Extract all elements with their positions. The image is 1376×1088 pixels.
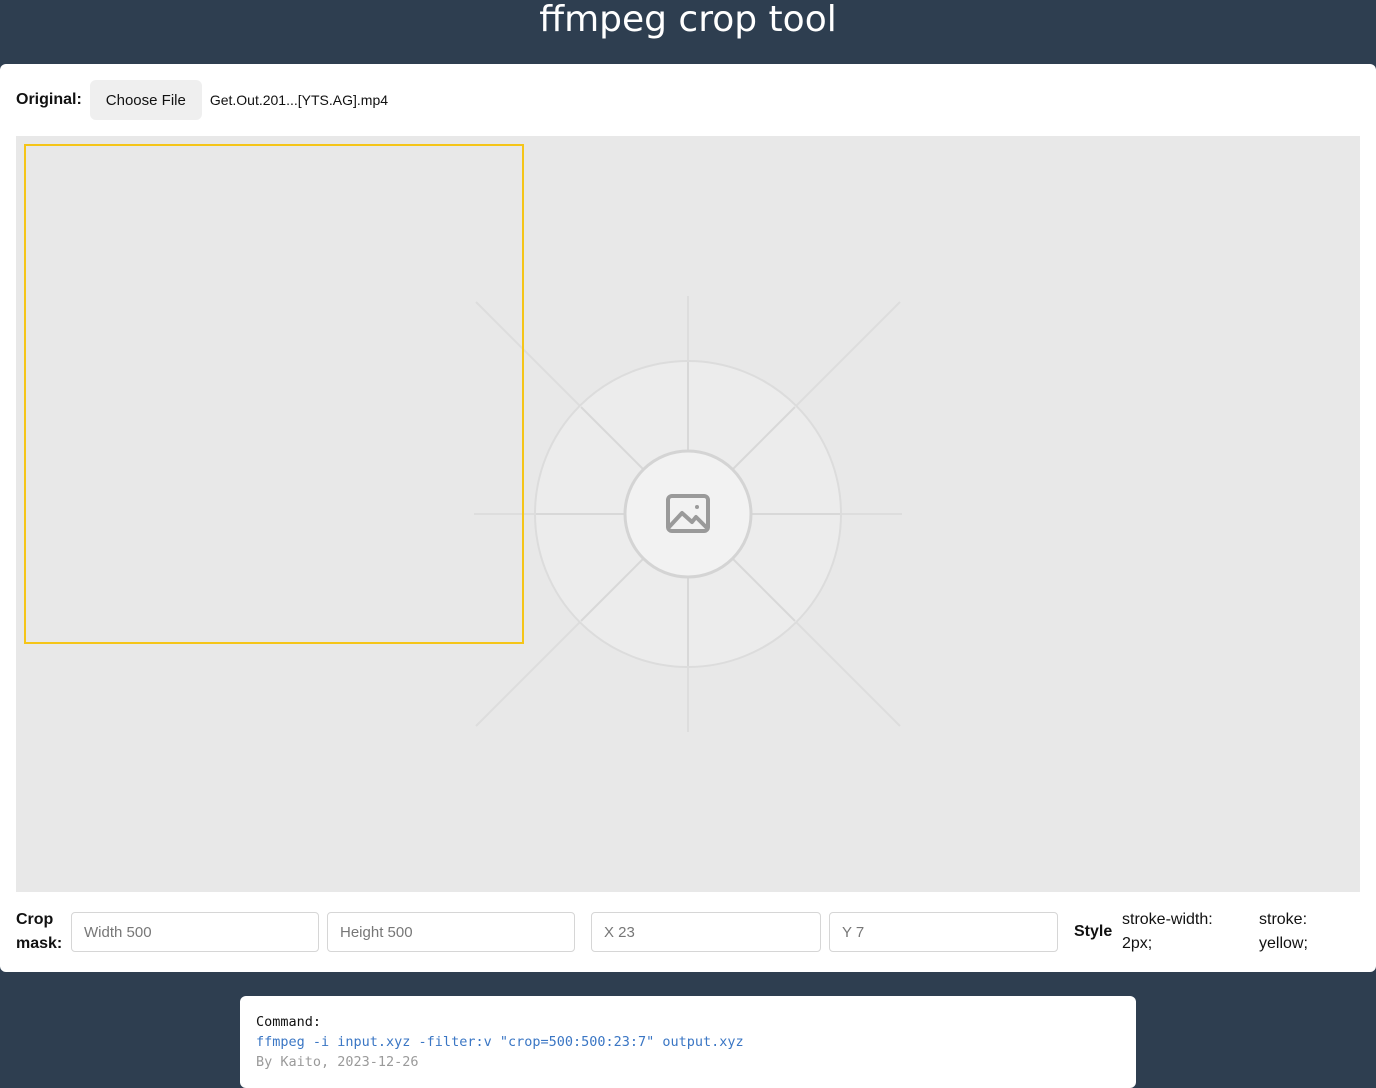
video-preview[interactable]: [16, 136, 1360, 892]
original-label: Original:: [16, 91, 82, 108]
crop-rectangle[interactable]: [24, 144, 524, 644]
crop-mask-label: Crop mask:: [16, 911, 63, 952]
height-input[interactable]: [327, 912, 575, 952]
page-title: ffmpeg crop tool: [539, 0, 837, 40]
command-text[interactable]: ffmpeg -i input.xyz -filter:v "crop=500:…: [256, 1032, 1120, 1052]
choose-file-button[interactable]: Choose File: [89, 80, 202, 120]
y-input[interactable]: [829, 912, 1058, 952]
stroke-width-value: stroke-width: 2px;: [1122, 911, 1213, 952]
style-label: Style: [1074, 923, 1113, 940]
stroke-color-value: stroke: yellow;: [1259, 911, 1308, 952]
width-input[interactable]: [71, 912, 319, 952]
crop-mask-row: Crop mask: Style stroke-width: 2px; stro…: [16, 908, 1360, 956]
command-label: Command:: [256, 1014, 322, 1030]
original-row: Original: Choose File Get.Out.201...[YTS…: [16, 80, 388, 120]
main-card: Original: Choose File Get.Out.201...[YTS…: [0, 64, 1376, 972]
author-byline: By Kaito, 2023-12-26: [256, 1054, 419, 1070]
command-card: Command: ffmpeg -i input.xyz -filter:v "…: [240, 996, 1136, 1088]
x-input[interactable]: [591, 912, 821, 952]
file-name: Get.Out.201...[YTS.AG].mp4: [209, 92, 389, 108]
